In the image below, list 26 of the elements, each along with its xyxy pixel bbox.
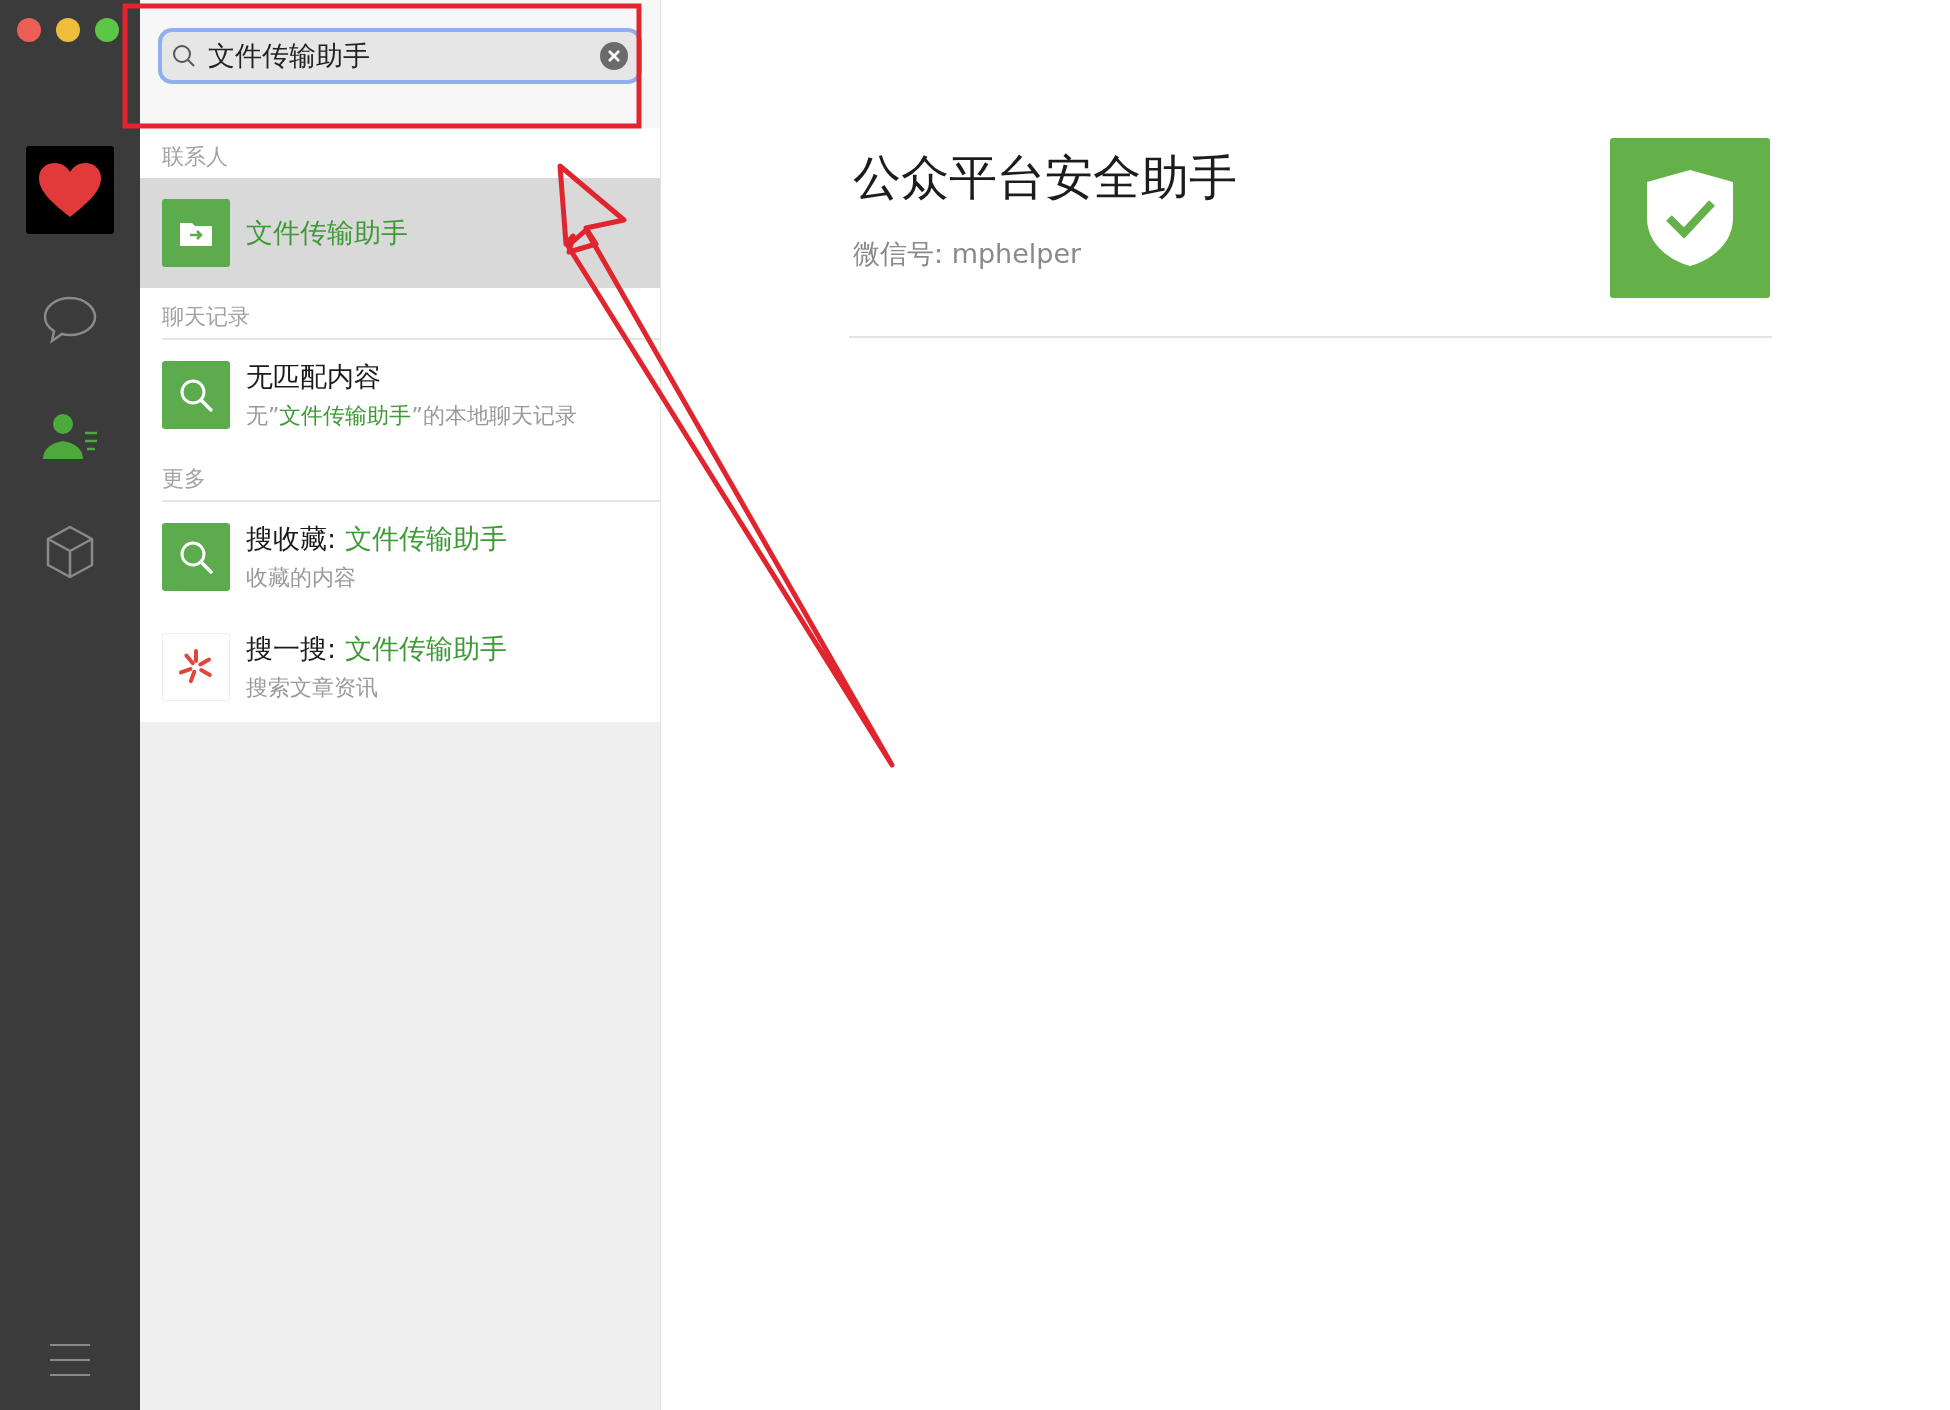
chat-bubble-icon bbox=[42, 295, 98, 345]
close-icon bbox=[607, 49, 621, 63]
result-title: 文件传输助手 bbox=[246, 216, 408, 250]
wechat-id: 微信号: mphelper bbox=[853, 237, 1083, 271]
section-header: 联系人 bbox=[162, 143, 229, 171]
clear-search-button[interactable] bbox=[600, 42, 628, 70]
shield-check-icon bbox=[1645, 168, 1735, 268]
search-icon bbox=[172, 44, 196, 68]
search-icon bbox=[178, 377, 214, 413]
result-subtitle: 无”文件传输助手”的本地聊天记录 bbox=[246, 402, 577, 430]
result-subtitle: 收藏的内容 bbox=[246, 564, 357, 592]
search-icon bbox=[178, 539, 214, 575]
contacts-icon bbox=[41, 411, 99, 461]
result-title: 搜一搜: 文件传输助手 bbox=[246, 632, 507, 666]
cube-icon bbox=[46, 525, 94, 579]
close-window-button[interactable] bbox=[17, 18, 41, 42]
heart-icon bbox=[37, 161, 103, 219]
user-avatar[interactable] bbox=[26, 146, 114, 234]
result-title: 无匹配内容 bbox=[246, 360, 382, 394]
minimize-window-button[interactable] bbox=[56, 18, 80, 42]
menu-icon bbox=[49, 1343, 91, 1377]
account-name: 公众平台安全助手 bbox=[853, 148, 1237, 207]
search-field[interactable]: 文件传输助手 bbox=[206, 39, 590, 73]
zoom-window-button[interactable] bbox=[95, 18, 119, 42]
result-subtitle: 搜索文章资讯 bbox=[246, 674, 379, 702]
result-title: 搜收藏: 文件传输助手 bbox=[246, 522, 507, 556]
